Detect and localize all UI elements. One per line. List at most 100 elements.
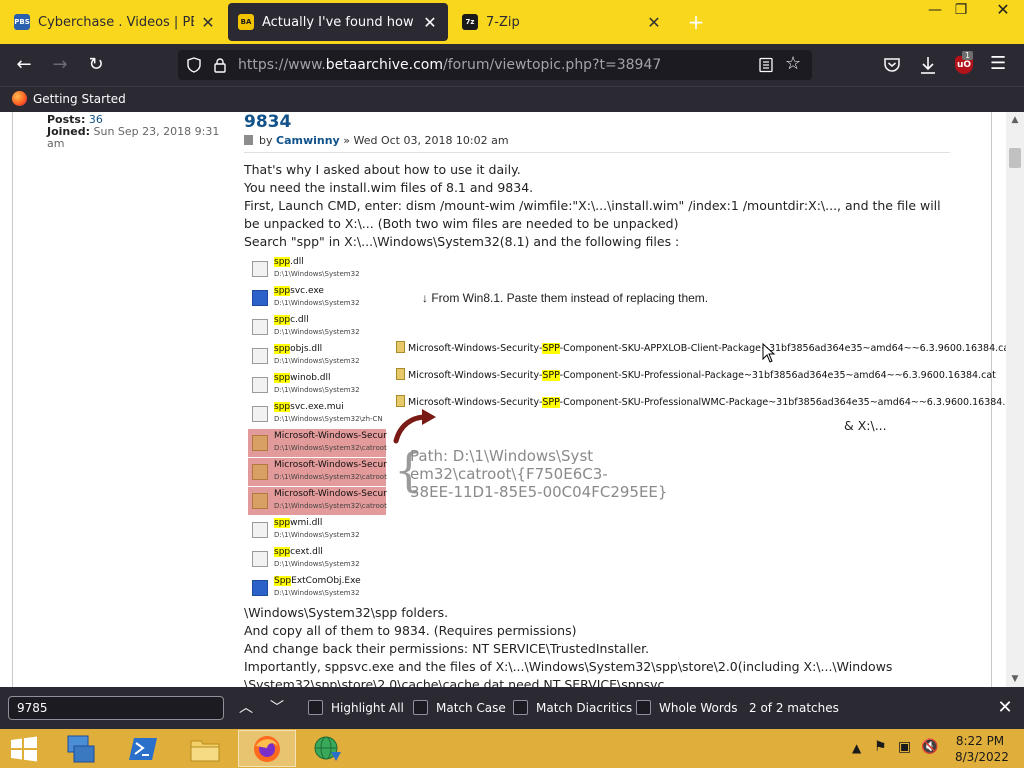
- file-name: sppcext.dll: [274, 547, 323, 557]
- reload-button[interactable]: ↻: [83, 52, 109, 78]
- tab-title: Cyberchase . Videos | PBS KIDS: [38, 14, 194, 30]
- url-bar[interactable]: https://www.betaarchive.com/forum/viewto…: [178, 50, 812, 80]
- match-case-checkbox[interactable]: Match Case: [413, 700, 506, 715]
- scroll-up-arrow-icon[interactable]: ▲: [1006, 112, 1024, 128]
- curved-arrow-icon: [393, 409, 436, 444]
- scrollbar-thumb[interactable]: [1009, 148, 1021, 168]
- match-count: 2 of 2 matches: [749, 701, 839, 715]
- cat-pre: Microsoft-Windows-Security-: [408, 370, 543, 381]
- file-name-highlight: spp: [274, 547, 291, 557]
- betaarchive-favicon-icon: BA: [238, 14, 254, 30]
- tab-strip: PBS Cyberchase . Videos | PBS KIDS ✕ BA …: [0, 0, 1024, 44]
- action-center-flag-icon[interactable]: ⚑: [874, 739, 887, 755]
- path-line: em32\catroot\{F750E6C3-: [410, 465, 608, 483]
- file-name: sppsvc.exe.mui: [274, 402, 344, 412]
- tracking-protection-shield-icon[interactable]: [186, 57, 202, 73]
- post-line: \Windows\System32\spp folders.: [244, 605, 449, 620]
- whole-words-checkbox[interactable]: Whole Words: [636, 700, 737, 715]
- clock-time: 8:22 PM: [955, 734, 1005, 748]
- post-line: You need the install.wim files of 8.1 an…: [244, 180, 534, 195]
- path-line: 38EE-11D1-85E5-00C04FC295EE}: [410, 483, 668, 501]
- show-hidden-icons-icon[interactable]: ▲: [852, 741, 861, 755]
- pbs-kids-favicon-icon: PBS: [14, 14, 30, 30]
- cat-file-line: Microsoft-Windows-Security-SPP-Component…: [396, 395, 1020, 408]
- url-text[interactable]: https://www.betaarchive.com/forum/viewto…: [238, 57, 661, 73]
- restore-window-button[interactable]: ❐: [944, 0, 978, 22]
- navigation-toolbar: ← → ↻ https://www.betaarchive.com/forum/…: [0, 44, 1024, 86]
- reader-view-icon[interactable]: [758, 57, 774, 73]
- post-body-continued: \Windows\System32\spp folders. And copy …: [244, 604, 954, 694]
- close-tab-icon[interactable]: ✕: [646, 13, 662, 32]
- checkbox-box[interactable]: [636, 700, 651, 715]
- amp-note: & X:\...: [844, 418, 887, 433]
- match-case-label: Match Case: [436, 700, 506, 715]
- file-row: sppsvc.exe D:\1\Windows\System32: [248, 284, 386, 312]
- forward-button[interactable]: →: [47, 52, 73, 78]
- bookmark-star-icon[interactable]: ☆: [785, 53, 801, 74]
- tab-7zip[interactable]: 7z 7-Zip ✕: [452, 3, 672, 41]
- match-diacritics-label: Match Diacritics: [536, 700, 633, 715]
- close-find-bar-button[interactable]: ✕: [994, 697, 1016, 719]
- find-input[interactable]: [8, 696, 224, 720]
- bookmark-getting-started[interactable]: Getting Started: [12, 91, 126, 106]
- exe-file-icon: [252, 290, 268, 306]
- checkbox-box[interactable]: [308, 700, 323, 715]
- new-tab-button[interactable]: +: [684, 10, 708, 34]
- file-name-rest: cext.dll: [290, 547, 323, 557]
- path-line: Path: D:\1\Windows\Syst: [410, 447, 594, 465]
- tab-betaarchive[interactable]: BA Actually I've found how to rem ✕: [228, 3, 448, 41]
- checkbox-box[interactable]: [513, 700, 528, 715]
- taskbar-file-manager[interactable]: [52, 730, 110, 767]
- post-title[interactable]: 9834: [244, 112, 291, 132]
- lock-icon[interactable]: [213, 57, 227, 73]
- extension-badge: 1: [962, 51, 974, 60]
- cat-pre: Microsoft-Windows-Security-: [408, 343, 543, 354]
- windows-start-icon[interactable]: [10, 736, 38, 762]
- taskbar-powershell[interactable]: [114, 730, 172, 767]
- post-author-link[interactable]: Camwinny: [276, 134, 340, 147]
- match-diacritics-checkbox[interactable]: Match Diacritics: [513, 700, 632, 715]
- pocket-icon[interactable]: [883, 56, 901, 74]
- checkbox-box[interactable]: [413, 700, 428, 715]
- cat-post: -Component-SKU-Professional-Package~31bf…: [559, 370, 996, 381]
- scroll-down-arrow-icon[interactable]: ▼: [1006, 671, 1024, 687]
- file-name-highlight: spp: [274, 344, 291, 354]
- close-window-button[interactable]: ✕: [986, 0, 1020, 22]
- post-file-icon[interactable]: [244, 135, 253, 145]
- find-next-button[interactable]: ﹀: [266, 697, 288, 719]
- url-path: /forum/viewtopic.php?t=38947: [443, 57, 662, 73]
- volume-muted-icon[interactable]: 🔇: [921, 739, 938, 755]
- cat-post: -Component-SKU-ProfessionalWMC-Package~3…: [559, 397, 1021, 408]
- file-path: D:\1\Windows\System32: [274, 357, 360, 365]
- close-tab-icon[interactable]: ✕: [200, 13, 216, 32]
- file-name-highlight: spp: [274, 402, 291, 412]
- taskbar-explorer[interactable]: [176, 730, 234, 767]
- find-previous-button[interactable]: ︿: [235, 697, 257, 719]
- close-tab-icon[interactable]: ✕: [422, 13, 438, 32]
- highlight-all-checkbox[interactable]: Highlight All: [308, 700, 404, 715]
- file-name-rest: ExtComObj.Exe: [291, 576, 361, 586]
- mui-file-icon: [252, 406, 268, 422]
- back-button[interactable]: ←: [11, 52, 37, 78]
- hamburger-menu-icon[interactable]: ☰: [990, 53, 1006, 74]
- tab-pbs-kids[interactable]: PBS Cyberchase . Videos | PBS KIDS ✕: [4, 3, 226, 41]
- system-clock[interactable]: 8:22 PM 8/3/2022: [955, 733, 1009, 765]
- by-label: by: [259, 134, 273, 147]
- downloads-icon[interactable]: [919, 55, 937, 75]
- taskbar-firefox[interactable]: [238, 730, 296, 767]
- file-row: sppobjs.dll D:\1\Windows\System32: [248, 342, 386, 370]
- file-path: D:\1\Windows\System32\catroot: [274, 444, 387, 452]
- file-path: D:\1\Windows\System32: [274, 589, 360, 597]
- post-line: Search "spp" in X:\...\Windows\System32(…: [244, 234, 680, 249]
- page-scrollbar[interactable]: ▲ ▼: [1006, 112, 1024, 687]
- exe-file-icon: [252, 580, 268, 596]
- dll-file-icon: [252, 348, 268, 364]
- post-body: That's why I asked about how to use it d…: [244, 161, 954, 251]
- network-icon[interactable]: ▣: [898, 739, 911, 755]
- file-name: sppc.dll: [274, 315, 309, 325]
- file-name-rest: .dll: [290, 257, 304, 267]
- file-name: spp.dll: [274, 257, 304, 267]
- post-image[interactable]: spp.dll D:\1\Windows\System32 sppsvc.exe D:…: [246, 255, 1020, 601]
- taskbar-network-app[interactable]: [298, 730, 356, 767]
- dll-file-icon: [252, 551, 268, 567]
